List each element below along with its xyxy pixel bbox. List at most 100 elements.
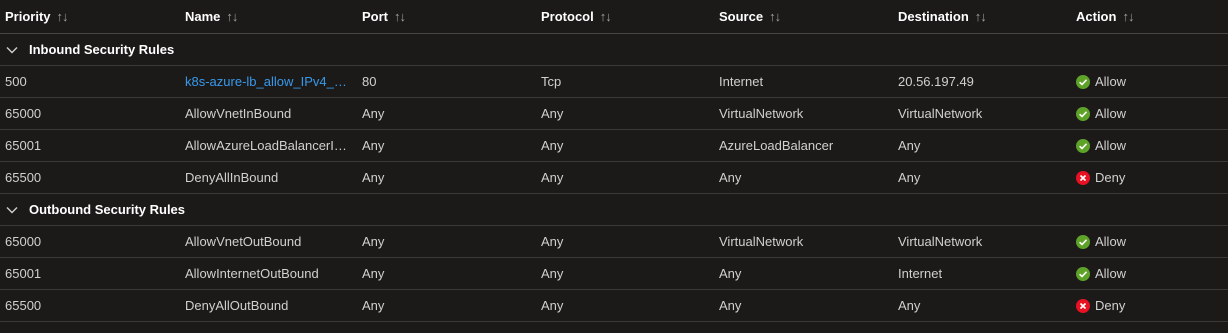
protocol-cell: Any [541, 290, 711, 321]
source-cell: Any [719, 258, 889, 289]
destination-cell-text: VirtualNetwork [898, 234, 983, 249]
action-cell: Allow [1076, 226, 1226, 257]
action-label: Deny [1095, 298, 1126, 313]
source-cell: VirtualNetwork [719, 226, 889, 257]
destination-cell-text: Any [898, 138, 921, 153]
table-row[interactable]: 65500 DenyAllInBound Any Any Any Any Deny [0, 162, 1228, 194]
sort-icon[interactable]: ↑↓ [600, 9, 612, 24]
name-cell: AllowAzureLoadBalancerInB… [185, 130, 355, 161]
action-label: Allow [1095, 106, 1127, 121]
action-label: Deny [1095, 170, 1126, 185]
port-cell: Any [362, 226, 532, 257]
priority-cell-text: 65000 [5, 234, 42, 249]
group-label: Outbound Security Rules [29, 202, 186, 217]
grid-body: Inbound Security Rules 500 k8s-azure-lb_al… [0, 34, 1228, 322]
protocol-cell-text: Tcp [541, 74, 562, 89]
destination-cell-text: 20.56.197.49 [898, 74, 974, 89]
priority-cell-text: 65000 [5, 106, 42, 121]
protocol-cell-text: Any [541, 234, 564, 249]
destination-cell-text: VirtualNetwork [898, 106, 983, 121]
protocol-cell: Any [541, 258, 711, 289]
destination-cell: VirtualNetwork [898, 226, 1068, 257]
chevron-down-icon[interactable] [5, 43, 19, 57]
allow-check-icon [1076, 234, 1090, 249]
name-cell: AllowInternetOutBound [185, 258, 355, 289]
priority-cell-text: 65001 [5, 138, 42, 153]
destination-cell-text: Any [898, 170, 921, 185]
priority-cell: 65001 [5, 258, 175, 289]
column-header-label: Action [1076, 9, 1117, 24]
sort-icon[interactable]: ↑↓ [769, 9, 781, 24]
rule-name-link[interactable]: k8s-azure-lb_allow_IPv4_d3… [185, 74, 353, 89]
port-cell-text: 80 [362, 74, 377, 89]
sort-icon[interactable]: ↑↓ [975, 9, 987, 24]
deny-x-icon [1076, 298, 1090, 313]
port-cell-text: Any [362, 170, 385, 185]
name-cell-text: AllowVnetOutBound [185, 234, 302, 249]
table-row[interactable]: 65000 AllowVnetInBound Any Any VirtualNetwor… [0, 98, 1228, 130]
priority-cell-text: 65500 [5, 170, 42, 185]
allow-check-icon [1076, 138, 1090, 153]
table-row[interactable]: 65000 AllowVnetOutBound Any Any VirtualNetwo… [0, 226, 1228, 258]
source-cell-text: Any [719, 170, 742, 185]
action-cell: Allow [1076, 258, 1226, 289]
destination-cell: VirtualNetwork [898, 98, 1068, 129]
port-cell: Any [362, 290, 532, 321]
column-header-label: Destination [898, 9, 969, 24]
allow-check-icon [1076, 266, 1090, 281]
protocol-cell-text: Any [541, 266, 564, 281]
protocol-cell: Any [541, 98, 711, 129]
priority-cell: 65000 [5, 226, 175, 257]
group-header[interactable]: Inbound Security Rules [5, 34, 405, 65]
sort-icon[interactable]: ↑↓ [226, 9, 238, 24]
table-row[interactable]: 65500 DenyAllOutBound Any Any Any Any Deny [0, 290, 1228, 322]
sort-icon[interactable]: ↑↓ [57, 9, 69, 24]
protocol-cell: Any [541, 162, 711, 193]
column-header-label: Priority [5, 9, 51, 24]
column-header-action[interactable]: Action ↑↓ [1076, 0, 1226, 33]
column-header-name[interactable]: Name ↑↓ [185, 0, 355, 33]
action-label: Allow [1095, 138, 1127, 153]
column-header-label: Source [719, 9, 764, 24]
group-row[interactable]: Outbound Security Rules [0, 194, 1228, 226]
column-header-priority[interactable]: Priority ↑↓ [5, 0, 175, 33]
source-cell: AzureLoadBalancer [719, 130, 889, 161]
port-cell-text: Any [362, 266, 385, 281]
priority-cell-text: 65500 [5, 298, 42, 313]
priority-cell-text: 500 [5, 74, 27, 89]
action-cell: Deny [1076, 162, 1226, 193]
source-cell: Any [719, 290, 889, 321]
action-cell: Deny [1076, 290, 1226, 321]
column-header-port[interactable]: Port ↑↓ [362, 0, 532, 33]
protocol-cell-text: Any [541, 138, 564, 153]
sort-icon[interactable]: ↑↓ [394, 9, 406, 24]
protocol-cell: Tcp [541, 66, 711, 97]
port-cell-text: Any [362, 234, 385, 249]
destination-cell: Any [898, 130, 1068, 161]
group-header[interactable]: Outbound Security Rules [5, 194, 405, 225]
priority-cell: 65000 [5, 98, 175, 129]
name-cell: DenyAllOutBound [185, 290, 355, 321]
column-header-destination[interactable]: Destination ↑↓ [898, 0, 1068, 33]
protocol-cell-text: Any [541, 106, 564, 121]
table-row[interactable]: 65001 AllowAzureLoadBalancerInB… Any Any Azu… [0, 130, 1228, 162]
source-cell-text: VirtualNetwork [719, 234, 804, 249]
column-header-label: Name [185, 9, 221, 24]
action-label: Allow [1095, 74, 1127, 89]
chevron-down-icon[interactable] [5, 203, 19, 217]
priority-cell: 65001 [5, 130, 175, 161]
column-header-protocol[interactable]: Protocol ↑↓ [541, 0, 711, 33]
grid-header: Priority ↑↓ Name ↑↓ Port ↑↓ Protocol ↑↓ … [0, 0, 1228, 34]
port-cell: 80 [362, 66, 532, 97]
protocol-cell-text: Any [541, 170, 564, 185]
action-cell: Allow [1076, 66, 1226, 97]
group-row[interactable]: Inbound Security Rules [0, 34, 1228, 66]
column-header-source[interactable]: Source ↑↓ [719, 0, 889, 33]
destination-cell: 20.56.197.49 [898, 66, 1068, 97]
sort-icon[interactable]: ↑↓ [1122, 9, 1134, 24]
table-row[interactable]: 65001 AllowInternetOutBound Any Any Any Inter… [0, 258, 1228, 290]
destination-cell: Internet [898, 258, 1068, 289]
port-cell: Any [362, 98, 532, 129]
table-row[interactable]: 500 k8s-azure-lb_allow_IPv4_d3… 80 Tcp Inter… [0, 66, 1228, 98]
port-cell: Any [362, 130, 532, 161]
